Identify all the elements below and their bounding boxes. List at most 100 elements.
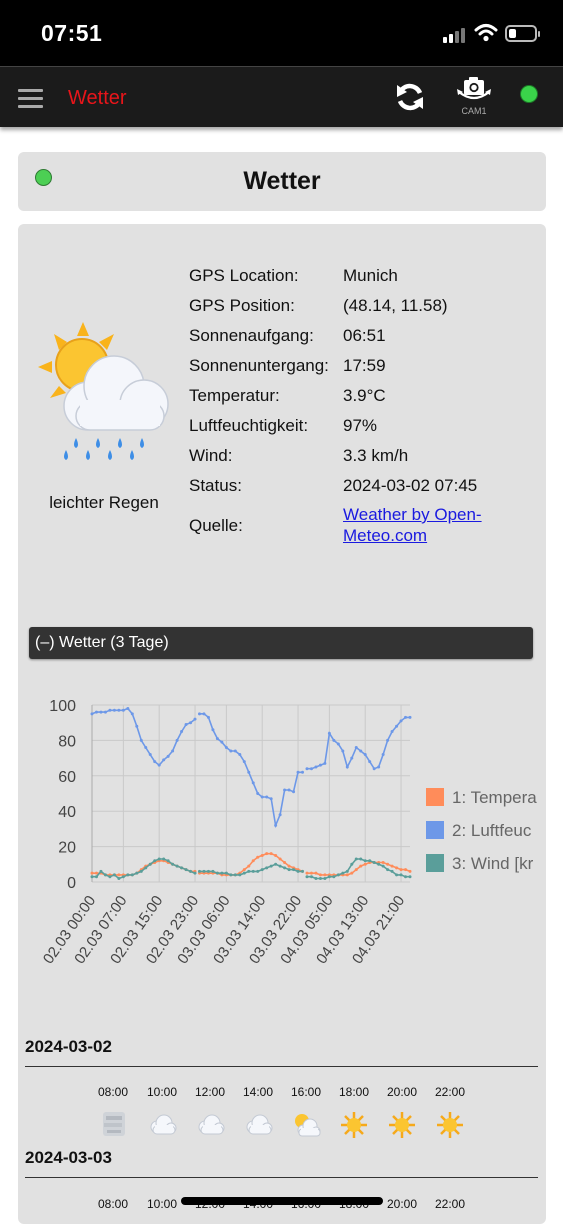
series-line: [307, 716, 410, 770]
legend-label: 1: Tempera: [452, 788, 537, 807]
data-point: [404, 875, 408, 879]
data-point: [260, 868, 264, 872]
source-link[interactable]: Weather by Open-Meteo.com: [343, 504, 513, 546]
data-point: [399, 873, 403, 877]
data-point: [180, 866, 184, 870]
data-point: [269, 797, 273, 801]
y-tick-label: 20: [58, 840, 76, 857]
data-point: [265, 852, 269, 856]
data-point: [390, 869, 394, 873]
chart-section-header[interactable]: (–) Wetter (3 Tage): [29, 627, 533, 659]
data-point: [363, 753, 367, 757]
data-point: [256, 869, 260, 873]
sun-icon: [437, 1112, 463, 1138]
data-point: [341, 871, 345, 875]
data-point: [206, 869, 210, 873]
data-point: [404, 715, 408, 719]
data-point: [117, 708, 121, 712]
data-point: [229, 749, 233, 753]
data-point: [108, 708, 112, 712]
data-point: [372, 767, 376, 771]
data-point: [242, 868, 246, 872]
info-label: Sonnenaufgang:: [189, 326, 314, 345]
home-indicator[interactable]: [181, 1197, 383, 1205]
data-point: [350, 862, 354, 866]
data-point: [94, 871, 98, 875]
data-point: [341, 749, 345, 753]
data-point: [175, 864, 179, 868]
page-title: Wetter: [243, 167, 321, 195]
forecast-hour: 12:00: [194, 1085, 226, 1099]
data-point: [399, 868, 403, 872]
data-point: [171, 749, 175, 753]
data-point: [117, 873, 121, 877]
data-point: [247, 864, 251, 868]
data-point: [135, 724, 139, 728]
data-point: [90, 871, 94, 875]
data-point: [99, 869, 103, 873]
data-point: [229, 873, 233, 877]
data-point: [301, 869, 305, 873]
forecast-hour: 16:00: [290, 1085, 322, 1099]
data-point: [274, 853, 278, 857]
sun-cloud-rain-icon: [38, 322, 169, 460]
data-point: [256, 792, 260, 795]
data-point: [350, 871, 354, 875]
data-point: [108, 875, 112, 879]
data-point: [381, 753, 385, 757]
refresh-icon[interactable]: [393, 80, 427, 114]
data-point: [278, 813, 282, 817]
data-point: [166, 754, 170, 758]
y-tick-label: 60: [58, 769, 76, 786]
data-point: [350, 756, 354, 760]
legend-swatch: [426, 854, 444, 872]
y-tick-label: 80: [58, 733, 76, 750]
data-point: [274, 823, 278, 827]
forecast-hour: 22:00: [434, 1197, 466, 1211]
data-point: [197, 712, 201, 716]
data-point: [162, 857, 166, 861]
data-point: [99, 710, 103, 714]
data-point: [318, 763, 322, 767]
info-value: 06:51: [343, 326, 386, 345]
data-point: [386, 738, 390, 742]
data-point: [269, 852, 273, 856]
data-point: [117, 876, 121, 880]
menu-icon[interactable]: [18, 89, 43, 108]
chart-section-title: (–) Wetter (3 Tage): [35, 634, 169, 651]
data-point: [184, 868, 188, 872]
data-point: [305, 871, 309, 875]
data-point: [242, 760, 246, 764]
forecast-hour: 08:00: [97, 1197, 129, 1211]
app-bar: Wetter CAM1: [0, 66, 563, 127]
data-point: [368, 859, 372, 863]
data-point: [121, 708, 125, 712]
data-point: [189, 869, 193, 873]
legend-swatch: [426, 788, 444, 806]
weather-card: leichter Regen GPS Location: Munich GPS …: [18, 224, 546, 1224]
data-point: [278, 857, 282, 861]
data-point: [121, 875, 125, 879]
data-point: [148, 862, 152, 866]
data-point: [256, 855, 260, 859]
data-point: [327, 875, 331, 879]
forecast-hour: 08:00: [97, 1085, 129, 1099]
wifi-icon: [474, 24, 498, 42]
camera-icon: [457, 77, 491, 100]
data-point: [130, 873, 134, 877]
data-point: [251, 869, 255, 873]
info-value: 17:59: [343, 356, 386, 375]
data-point: [126, 873, 130, 877]
data-point: [287, 788, 291, 792]
data-point: [171, 862, 175, 866]
data-point: [305, 767, 309, 771]
cloud-icon: [246, 1114, 273, 1135]
info-value: Munich: [343, 266, 398, 285]
data-point: [323, 761, 327, 765]
data-point: [363, 859, 367, 863]
y-tick-label: 0: [67, 875, 76, 892]
data-point: [184, 722, 188, 726]
data-point: [377, 765, 381, 769]
camera-button[interactable]: CAM1: [455, 76, 493, 116]
data-point: [220, 740, 224, 744]
